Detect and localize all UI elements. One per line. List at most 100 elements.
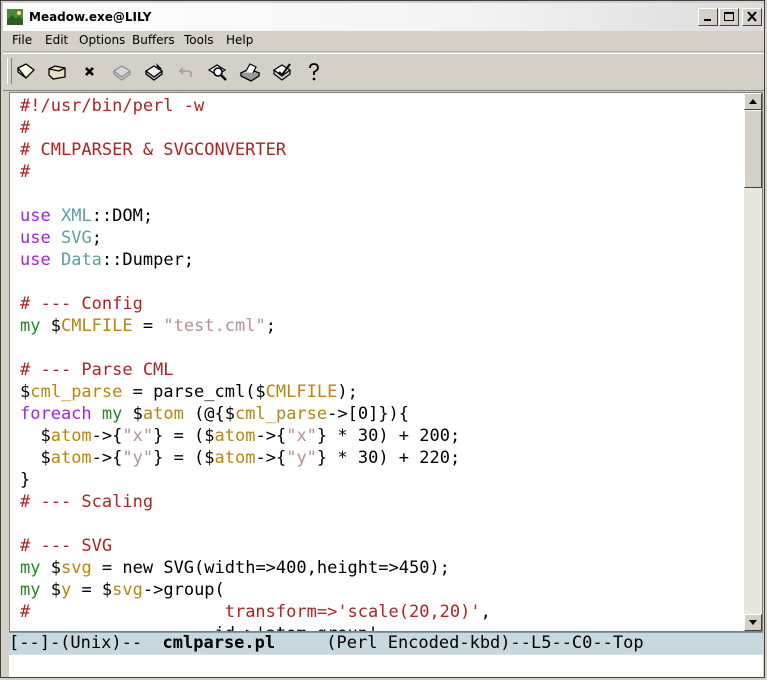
code-line[interactable]: use XML::DOM; [20, 205, 491, 227]
code-token: } [20, 470, 31, 490]
menu-options[interactable]: Options [79, 33, 125, 47]
code-line[interactable] [20, 183, 491, 205]
code-token: (@{$ [183, 404, 236, 424]
code-token: $ [122, 404, 143, 424]
search-button[interactable] [206, 60, 230, 84]
code-line[interactable]: use SVG; [20, 227, 491, 249]
code-token: my [101, 404, 123, 424]
code-token: cml_parse [235, 404, 328, 424]
code-line[interactable]: } [20, 469, 491, 491]
save-as-icon [144, 63, 164, 81]
open-file-button[interactable] [46, 60, 70, 84]
code-line[interactable]: # --- SVG [20, 535, 491, 557]
kill-buffer-button[interactable] [78, 60, 102, 84]
menu-edit[interactable]: Edit [45, 33, 68, 47]
vertical-scrollbar[interactable] [744, 93, 762, 631]
close-window-button[interactable] [742, 8, 762, 26]
save-button[interactable] [110, 60, 134, 84]
code-line[interactable]: # --- Parse CML [20, 359, 491, 381]
code-token: ->group( [142, 580, 225, 600]
code-token: use [20, 228, 51, 248]
code-line[interactable]: my $y = $svg->group( [20, 579, 491, 601]
code-line[interactable] [20, 513, 491, 535]
code-line[interactable]: # --- Config [20, 293, 491, 315]
arrow-down-icon [749, 620, 757, 625]
code-token: "x" [286, 426, 317, 446]
code-token: id=>'atom_group' [20, 624, 378, 631]
maximize-icon [724, 12, 734, 21]
code-line[interactable]: my $CMLFILE = "test.cml"; [20, 315, 491, 337]
scroll-down-button[interactable] [744, 614, 762, 631]
menu-buffers[interactable]: Buffers [132, 33, 175, 47]
code-line[interactable]: # transform=>'scale(20,20)', [20, 601, 491, 623]
close-window-icon [747, 11, 757, 22]
code-token: atom [50, 448, 92, 468]
new-file-icon [16, 63, 35, 79]
code-token: use [20, 250, 51, 270]
code-line[interactable] [20, 337, 491, 359]
code-token: atom [50, 426, 92, 446]
minibuffer[interactable] [9, 654, 763, 677]
editor-area[interactable]: #!/usr/bin/perl -w # # CMLPARSER & SVGCONV… [9, 92, 763, 632]
open-folder-icon [48, 65, 66, 80]
code-line[interactable]: #!/usr/bin/perl -w [20, 95, 491, 117]
code-line[interactable]: my $svg = new SVG(width=>400,height=>450… [20, 557, 491, 579]
help-icon [309, 63, 319, 81]
code-token: ); [337, 382, 358, 402]
scroll-up-button[interactable] [744, 93, 762, 110]
undo-button[interactable] [174, 60, 198, 84]
code-line[interactable]: $atom->{"x"} = ($atom->{"x"} * 30) + 200… [20, 425, 491, 447]
code-line[interactable]: # --- Scaling [20, 491, 491, 513]
scroll-thumb[interactable] [744, 110, 762, 188]
title-bar[interactable]: Meadow.exe@LILY [3, 3, 764, 31]
menu-help[interactable]: Help [226, 33, 253, 47]
minimize-button[interactable] [698, 8, 718, 26]
code-token: my [20, 316, 41, 336]
menu-tools[interactable]: Tools [184, 33, 214, 47]
modeline-status: [--]-(Unix)-- [9, 633, 163, 653]
code-token: ->{ [255, 426, 287, 446]
new-file-button[interactable] [14, 60, 38, 84]
code-line[interactable]: # [20, 117, 491, 139]
code-line[interactable]: $cml_parse = parse_cml($CMLFILE); [20, 381, 491, 403]
code-line[interactable]: id=>'atom_group' [20, 623, 491, 631]
maximize-button[interactable] [719, 8, 739, 26]
code-line[interactable]: # CMLPARSER & SVGCONVERTER [20, 139, 491, 161]
save-as-button[interactable] [142, 60, 166, 84]
code-token: svg [60, 558, 92, 578]
mode-line[interactable]: [--]-(Unix)-- cmlparse.pl (Perl Encoded-… [9, 632, 763, 655]
code-text[interactable]: #!/usr/bin/perl -w # # CMLPARSER & SVGCONV… [20, 95, 491, 631]
code-token: } = ($ [153, 448, 215, 468]
code-token: svg [112, 580, 143, 600]
toolbar [3, 53, 764, 91]
modeline-mode-info: (Perl Encoded-kbd)--L5--C0--Top [275, 633, 644, 653]
code-token: = new SVG(width=>400,height=>450); [91, 558, 450, 578]
close-icon [85, 67, 94, 76]
print-button[interactable] [238, 60, 262, 84]
help-button[interactable] [302, 60, 326, 84]
code-line[interactable]: use Data::Dumper; [20, 249, 491, 271]
code-line[interactable]: foreach my $atom (@{$cml_parse->[0]}){ [20, 403, 491, 425]
code-token: XML [60, 206, 92, 226]
menu-file[interactable]: File [12, 33, 32, 47]
code-token: 'scale(20,20)' [337, 602, 481, 622]
toolbar-grip[interactable] [7, 58, 12, 84]
code-token: atom [142, 404, 184, 424]
code-token: my [20, 558, 41, 578]
code-line[interactable] [20, 271, 491, 293]
code-token: # --- Parse CML [20, 360, 174, 380]
code-token: $ [20, 448, 51, 468]
code-line[interactable]: $atom->{"y"} = ($atom->{"y"} * 30) + 220… [20, 447, 491, 469]
code-token: , [480, 602, 491, 622]
code-token: $ [40, 558, 61, 578]
code-token: #!/usr/bin/perl -w [20, 96, 205, 116]
code-line[interactable]: # [20, 161, 491, 183]
code-token: foreach [20, 404, 92, 424]
customize-button[interactable] [270, 60, 294, 84]
code-token: ->[0]}){ [327, 404, 410, 424]
code-token: ->{ [91, 426, 123, 446]
menu-bar: File Edit Options Buffers Tools Help [3, 31, 764, 52]
